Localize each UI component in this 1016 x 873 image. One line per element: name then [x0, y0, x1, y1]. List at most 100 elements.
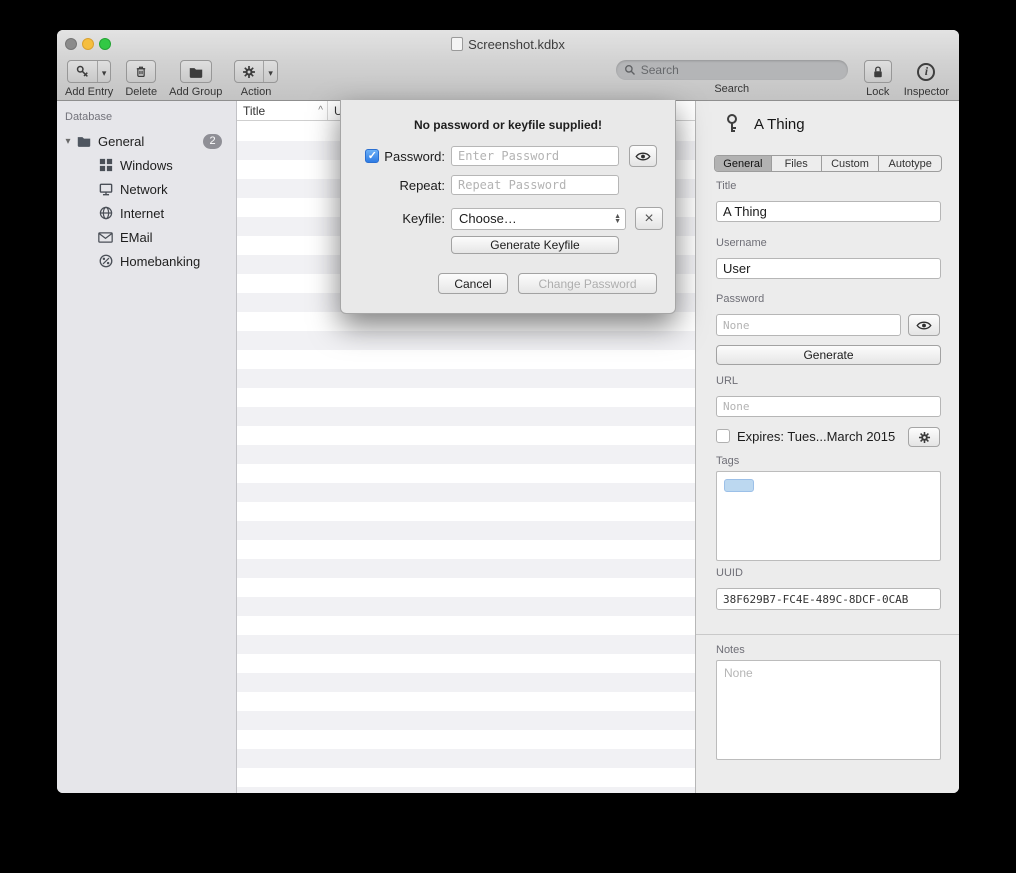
- inspector-button[interactable]: Inspector: [904, 60, 949, 98]
- sidebar-group-general[interactable]: General 2: [57, 129, 236, 153]
- lock-label: Lock: [866, 86, 889, 98]
- search-caption: Search: [714, 83, 749, 95]
- action-label: Action: [241, 86, 272, 98]
- tab-custom[interactable]: Custom: [821, 156, 879, 171]
- expires-checkbox[interactable]: [716, 429, 730, 443]
- sidebar-item-windows[interactable]: Windows: [57, 153, 236, 177]
- action-button[interactable]: Action: [234, 60, 278, 98]
- trash-icon[interactable]: [127, 61, 155, 82]
- section-divider: [696, 634, 959, 635]
- info-icon[interactable]: [917, 63, 935, 81]
- lock-icon[interactable]: [865, 61, 891, 82]
- username-input[interactable]: [716, 258, 941, 279]
- eye-icon: [635, 151, 651, 162]
- sheet-password-label: Password:: [384, 149, 445, 164]
- add-entry-button[interactable]: Add Entry: [65, 60, 113, 98]
- entry-count-badge: 2: [203, 134, 222, 149]
- delete-button[interactable]: Delete: [125, 60, 157, 98]
- generate-password-button[interactable]: Generate: [716, 345, 941, 365]
- keyfile-row: Keyfile: Choose…: [341, 207, 675, 230]
- zoom-button[interactable]: [99, 38, 111, 50]
- disclosure-triangle-icon[interactable]: [61, 136, 75, 147]
- key-icon[interactable]: [68, 61, 97, 82]
- windows-grid-icon: [97, 157, 114, 174]
- titlebar[interactable]: Screenshot.kdbx: [57, 30, 959, 58]
- chevron-down-icon: [268, 63, 273, 81]
- sheet-repeat-label: Repeat:: [399, 178, 445, 193]
- url-input[interactable]: [716, 396, 941, 417]
- entry-header: A Thing: [722, 113, 805, 135]
- window-title-text: Screenshot.kdbx: [468, 37, 565, 52]
- inspector-panel: A Thing General Files Custom Autotype Ti…: [695, 101, 959, 793]
- uuid-input[interactable]: [716, 588, 941, 610]
- sidebar-item-homebanking[interactable]: Homebanking: [57, 249, 236, 273]
- uuid-label: UUID: [716, 567, 743, 579]
- entry-title: A Thing: [754, 116, 805, 133]
- password-row: Password:: [341, 145, 675, 167]
- password-checkbox[interactable]: [365, 149, 379, 163]
- title-input[interactable]: [716, 201, 941, 222]
- notes-label: Notes: [716, 644, 745, 656]
- minimize-button[interactable]: [82, 38, 94, 50]
- sidebar-item-label: Network: [120, 182, 168, 197]
- tag-chip[interactable]: [724, 479, 754, 492]
- sheet-repeat-input[interactable]: [451, 175, 619, 195]
- window-title: Screenshot.kdbx: [451, 37, 565, 52]
- generate-keyfile-button[interactable]: Generate Keyfile: [451, 236, 619, 254]
- sheet-buttons: Cancel Change Password: [341, 273, 675, 294]
- cancel-button[interactable]: Cancel: [438, 273, 508, 294]
- column-header-title[interactable]: Title ^: [237, 101, 328, 120]
- network-icon: [97, 181, 114, 198]
- add-entry-dropdown[interactable]: [97, 61, 111, 82]
- sidebar-item-internet[interactable]: Internet: [57, 201, 236, 225]
- search-field[interactable]: [616, 60, 848, 80]
- password-input[interactable]: [716, 314, 901, 336]
- sidebar-item-label: EMail: [120, 230, 153, 245]
- tab-files[interactable]: Files: [771, 156, 821, 171]
- stepper-icon: [614, 214, 621, 224]
- title-label: Title: [716, 180, 736, 192]
- keyfile-select[interactable]: Choose…: [451, 208, 626, 230]
- add-group-button[interactable]: Add Group: [169, 60, 222, 98]
- expires-gear-button[interactable]: [908, 427, 940, 447]
- action-dropdown[interactable]: [263, 61, 277, 82]
- add-entry-label: Add Entry: [65, 86, 113, 98]
- sidebar-item-network[interactable]: Network: [57, 177, 236, 201]
- key-icon: [722, 113, 742, 135]
- sidebar-item-email[interactable]: EMail: [57, 225, 236, 249]
- sidebar-item-label: Homebanking: [120, 254, 200, 269]
- sidebar-item-label: Internet: [120, 206, 164, 221]
- search-group: Search: [616, 60, 848, 95]
- sheet-message: No password or keyfile supplied!: [341, 118, 675, 132]
- tags-label: Tags: [716, 455, 739, 467]
- delete-label: Delete: [125, 86, 157, 98]
- inspector-tabs: General Files Custom Autotype: [714, 155, 942, 172]
- clear-keyfile-button[interactable]: [635, 207, 663, 230]
- sort-caret-icon: ^: [318, 105, 323, 116]
- globe-icon: [97, 205, 114, 222]
- repeat-row: Repeat:: [341, 175, 675, 195]
- tags-box[interactable]: [716, 471, 941, 561]
- url-label: URL: [716, 375, 738, 387]
- reveal-sheet-password-button[interactable]: [629, 145, 657, 167]
- chevron-down-icon: [102, 63, 107, 81]
- tab-general[interactable]: General: [715, 156, 771, 171]
- gear-icon[interactable]: [235, 61, 263, 82]
- notes-textarea[interactable]: [716, 660, 941, 760]
- lock-button[interactable]: Lock: [864, 60, 892, 98]
- close-button[interactable]: [65, 38, 77, 50]
- search-icon: [624, 64, 636, 76]
- reveal-password-button[interactable]: [908, 314, 940, 336]
- change-password-button[interactable]: Change Password: [518, 273, 657, 294]
- window-chrome: Screenshot.kdbx Add Entry: [57, 30, 959, 101]
- tab-autotype[interactable]: Autotype: [878, 156, 941, 171]
- password-label: Password: [716, 293, 764, 305]
- add-folder-icon[interactable]: [181, 61, 211, 82]
- expires-label: Expires: Tues...March 2015: [737, 429, 895, 444]
- sidebar: Database General 2 Window: [57, 101, 237, 793]
- keyfile-selected-value: Choose…: [459, 211, 614, 226]
- sidebar-group-label: General: [98, 134, 144, 149]
- search-input[interactable]: [641, 63, 840, 77]
- sheet-password-input[interactable]: [451, 146, 619, 166]
- gear-icon: [918, 431, 931, 444]
